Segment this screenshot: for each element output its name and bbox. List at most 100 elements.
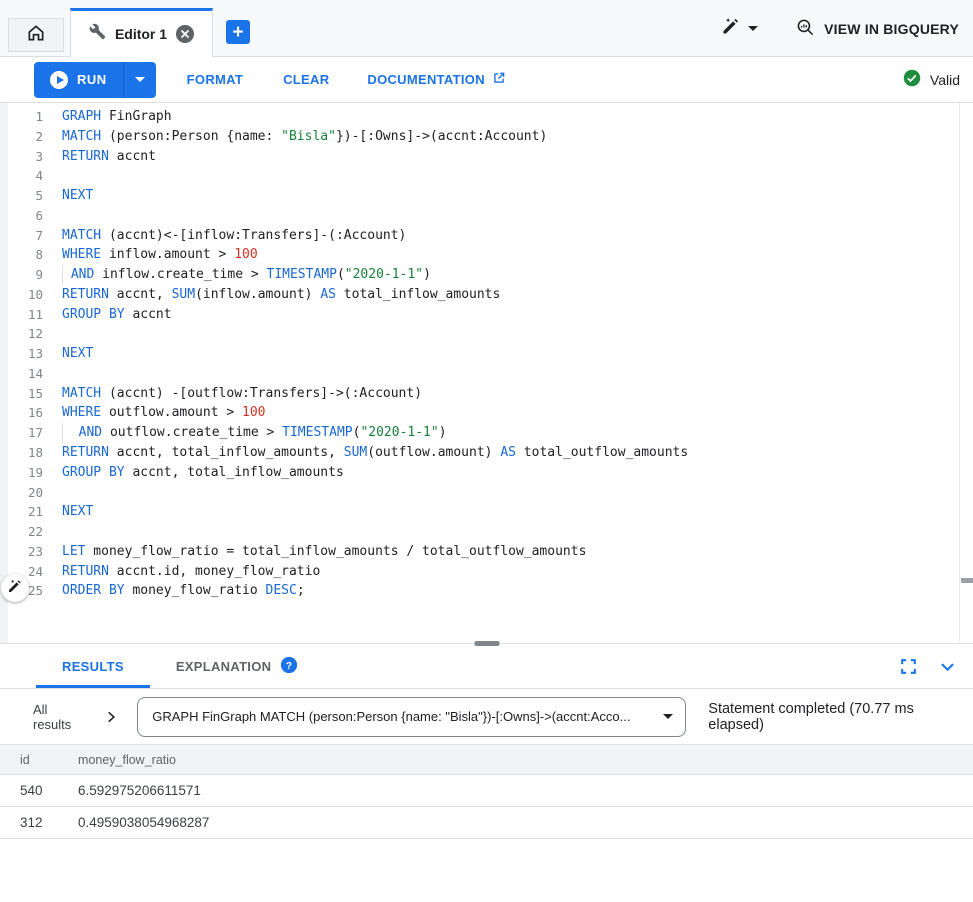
- wrench-icon: [89, 23, 106, 45]
- column-header: id: [20, 753, 78, 767]
- magic-pen-menu[interactable]: [721, 16, 758, 41]
- code-text: RETURN accnt, SUM(inflow.amount) AS tota…: [62, 285, 500, 305]
- code-line[interactable]: 17 AND outflow.create_time > TIMESTAMP("…: [0, 423, 973, 443]
- magic-pen-icon: [721, 16, 741, 41]
- chevron-right-icon[interactable]: [104, 710, 118, 724]
- code-line[interactable]: 15MATCH (accnt) -[outflow:Transfers]->(:…: [0, 384, 973, 404]
- view-in-bigquery-label: VIEW IN BIGQUERY: [824, 21, 959, 37]
- results-panel: RESULTS EXPLANATION ?: [0, 643, 973, 839]
- code-text: NEXT: [62, 502, 93, 522]
- code-line[interactable]: 16WHERE outflow.amount > 100: [0, 403, 973, 423]
- scrollbar-thumb[interactable]: [961, 578, 973, 583]
- code-text: NEXT: [62, 344, 93, 364]
- code-text: MATCH (accnt) -[outflow:Transfers]->(:Ac…: [62, 384, 422, 404]
- help-icon[interactable]: ?: [280, 656, 298, 677]
- code-line[interactable]: 22: [0, 522, 973, 542]
- code-text: ORDER BY money_flow_ratio DESC;: [62, 581, 305, 601]
- view-in-bigquery-button[interactable]: VIEW IN BIGQUERY: [796, 18, 959, 40]
- code-line[interactable]: 24RETURN accnt.id, money_flow_ratio: [0, 562, 973, 582]
- code-line[interactable]: 14: [0, 364, 973, 384]
- code-line[interactable]: 8WHERE inflow.amount > 100: [0, 245, 973, 265]
- tab-explanation[interactable]: EXPLANATION ?: [150, 644, 325, 688]
- code-line[interactable]: 23LET money_flow_ratio = total_inflow_am…: [0, 542, 973, 562]
- plus-icon: +: [232, 23, 243, 42]
- documentation-link[interactable]: DOCUMENTATION: [367, 71, 506, 88]
- code-line[interactable]: 1GRAPH FinGraph: [0, 107, 973, 127]
- editor-scrollbar[interactable]: [959, 103, 973, 643]
- table-cell: 540: [20, 783, 78, 798]
- check-circle-icon: [903, 69, 921, 90]
- table-cell: 0.4959038054968287: [78, 815, 973, 830]
- code-line[interactable]: 18RETURN accnt, total_inflow_amounts, SU…: [0, 443, 973, 463]
- code-text: AND outflow.create_time > TIMESTAMP("202…: [62, 423, 447, 443]
- code-line[interactable]: 10RETURN accnt, SUM(inflow.amount) AS to…: [0, 285, 973, 305]
- table-cell: 6.592975206611571: [78, 783, 973, 798]
- tab-results[interactable]: RESULTS: [36, 644, 150, 688]
- tab-label: Editor 1: [115, 26, 167, 42]
- code-line[interactable]: 3RETURN accnt: [0, 147, 973, 167]
- editor-tab-bar: Editor 1 +: [0, 0, 973, 57]
- tab-editor-1[interactable]: Editor 1: [70, 8, 213, 57]
- external-link-icon: [492, 71, 506, 88]
- table-cell: 312: [20, 815, 78, 830]
- play-icon: [50, 71, 68, 89]
- results-selector-row: All results GRAPH FinGraph MATCH (person…: [0, 689, 973, 745]
- code-text: GROUP BY accnt: [62, 305, 172, 325]
- code-text: MATCH (accnt)<-[inflow:Transfers]-(:Acco…: [62, 226, 406, 246]
- table-row: 5406.592975206611571: [0, 775, 973, 807]
- home-tab[interactable]: [8, 18, 64, 52]
- code-line[interactable]: 4: [0, 166, 973, 186]
- magic-pen-icon: [7, 578, 23, 599]
- code-line[interactable]: 12: [0, 324, 973, 344]
- code-text: RETURN accnt, total_inflow_amounts, SUM(…: [62, 443, 688, 463]
- home-icon: [26, 23, 46, 48]
- code-text: RETURN accnt: [62, 147, 156, 167]
- clear-label: CLEAR: [283, 72, 329, 87]
- code-line[interactable]: 7MATCH (accnt)<-[inflow:Transfers]-(:Acc…: [0, 226, 973, 246]
- results-tab-bar: RESULTS EXPLANATION ?: [0, 644, 973, 689]
- code-lines: 1GRAPH FinGraph2MATCH (person:Person {na…: [0, 107, 973, 601]
- code-line[interactable]: 21NEXT: [0, 502, 973, 522]
- panel-resize-handle[interactable]: [474, 641, 499, 646]
- code-line[interactable]: 13NEXT: [0, 344, 973, 364]
- code-line[interactable]: 2MATCH (person:Person {name: "Bisla"})-[…: [0, 127, 973, 147]
- valid-label: Valid: [930, 72, 960, 88]
- run-label: RUN: [77, 72, 107, 87]
- code-line[interactable]: 6: [0, 206, 973, 226]
- chevron-down-icon: [748, 26, 758, 31]
- code-text: WHERE outflow.amount > 100: [62, 403, 266, 423]
- format-button[interactable]: FORMAT: [187, 72, 243, 87]
- tabbar-actions: VIEW IN BIGQUERY: [721, 0, 973, 57]
- code-line[interactable]: 9 AND inflow.create_time > TIMESTAMP("20…: [0, 265, 973, 285]
- results-actions: [899, 657, 973, 676]
- code-line[interactable]: 20: [0, 483, 973, 503]
- run-button[interactable]: RUN: [34, 62, 123, 98]
- code-line[interactable]: 5NEXT: [0, 186, 973, 206]
- format-label: FORMAT: [187, 72, 243, 87]
- code-line[interactable]: 19GROUP BY accnt, total_inflow_amounts: [0, 463, 973, 483]
- statement-status: Statement completed (70.77 ms elapsed): [708, 701, 973, 733]
- code-editor[interactable]: 1GRAPH FinGraph2MATCH (person:Person {na…: [0, 103, 973, 643]
- run-options-button[interactable]: [123, 62, 156, 98]
- code-text: RETURN accnt.id, money_flow_ratio: [62, 562, 320, 582]
- table-row: 3120.4959038054968287: [0, 807, 973, 839]
- code-text: GROUP BY accnt, total_inflow_amounts: [62, 463, 344, 483]
- clear-button[interactable]: CLEAR: [283, 72, 329, 87]
- close-icon[interactable]: [176, 25, 194, 43]
- code-text: LET money_flow_ratio = total_inflow_amou…: [62, 542, 586, 562]
- documentation-label: DOCUMENTATION: [367, 72, 485, 87]
- code-line[interactable]: 25ORDER BY money_flow_ratio DESC;: [0, 581, 973, 601]
- collapse-panel-button[interactable]: [938, 657, 957, 676]
- code-line[interactable]: 11GROUP BY accnt: [0, 305, 973, 325]
- bigquery-magnifier-icon: [796, 18, 815, 40]
- code-text: WHERE inflow.amount > 100: [62, 245, 258, 265]
- gemini-assist-button[interactable]: [1, 574, 29, 602]
- statement-dropdown[interactable]: GRAPH FinGraph MATCH (person:Person {nam…: [137, 697, 686, 737]
- validation-status: Valid: [903, 69, 960, 90]
- chevron-down-icon: [135, 77, 145, 82]
- fullscreen-button[interactable]: [899, 657, 918, 676]
- explanation-tab-label: EXPLANATION: [176, 659, 272, 674]
- dropdown-caret-icon: [663, 714, 673, 719]
- svg-text:?: ?: [286, 660, 293, 671]
- add-tab-button[interactable]: +: [226, 20, 250, 44]
